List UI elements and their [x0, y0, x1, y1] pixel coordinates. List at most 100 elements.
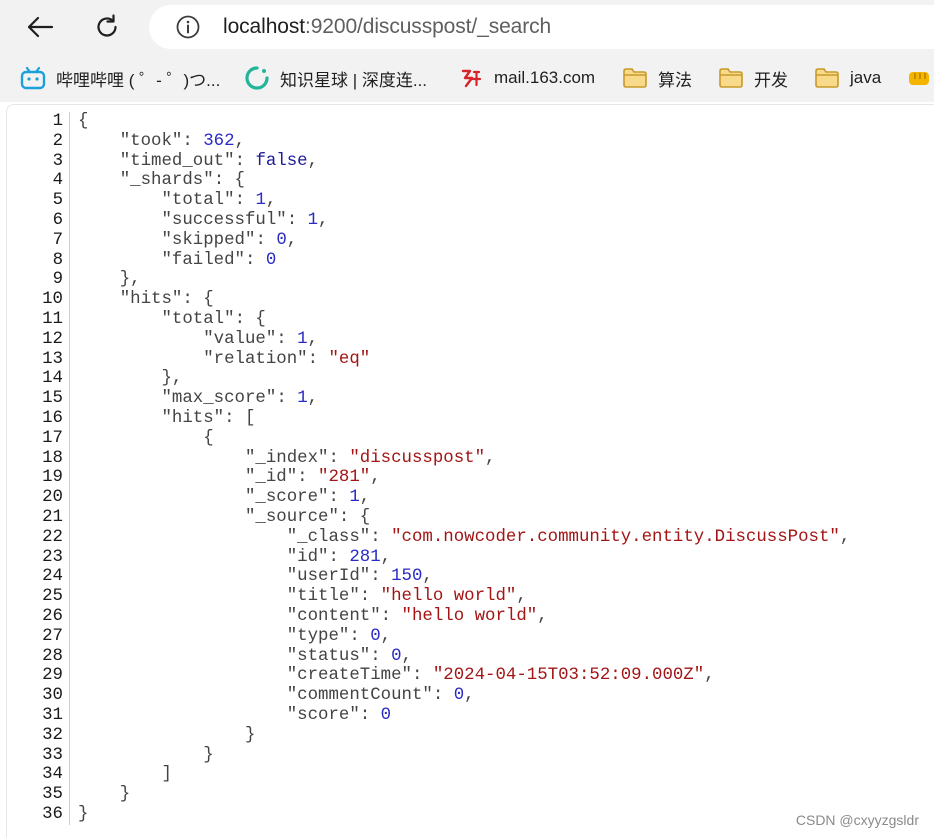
line-number: 1	[52, 112, 63, 131]
address-bar[interactable]: localhost:9200/discusspost/_search	[149, 5, 934, 49]
code-text: ]	[78, 765, 172, 785]
token-num: 1	[255, 191, 266, 211]
token-punct: ,	[464, 686, 475, 706]
code-line: 17 {	[7, 428, 850, 449]
token-punct: :	[411, 666, 433, 686]
code-text: "userId": 150,	[78, 567, 433, 587]
csdn-watermark: CSDN @cxyyzgsldr	[795, 812, 919, 828]
bookmark-bilibili[interactable]: 哔哩哔哩 ( ゜- ゜)つ...	[20, 54, 220, 102]
netease-mail-icon	[458, 65, 484, 91]
token-num: 281	[349, 547, 381, 567]
token-punct: },	[119, 270, 141, 290]
token-num: 362	[203, 131, 235, 151]
token-num: 0	[453, 686, 465, 706]
reload-icon	[97, 14, 117, 37]
gutter-divider	[69, 785, 70, 805]
line-number: 12	[42, 329, 63, 349]
token-key: "total"	[161, 309, 235, 329]
token-punct: : {	[182, 290, 214, 310]
code-text: "total": {	[78, 310, 266, 330]
token-key: "hits"	[161, 408, 225, 428]
token-num: 0	[380, 705, 392, 725]
bookmark-label: java	[850, 68, 882, 87]
url-path: :9200/discusspost/_search	[304, 15, 552, 38]
bookmark-mail163[interactable]: mail.163.com	[458, 54, 595, 102]
code-text: "hits": [	[78, 408, 256, 429]
token-punct: }	[119, 785, 131, 805]
line-number: 23	[42, 547, 63, 567]
token-key: "content"	[286, 606, 381, 626]
token-punct: ,	[537, 606, 548, 626]
token-key: "commentCount"	[286, 686, 433, 706]
code-text: }	[78, 746, 213, 766]
token-punct: ,	[265, 191, 277, 211]
token-punct: :	[297, 468, 319, 488]
token-key: "_class"	[286, 527, 371, 547]
token-num: 150	[391, 567, 423, 587]
token-punct: :	[370, 567, 392, 587]
gutter-divider	[69, 369, 70, 390]
bookmark-folder-suanfa[interactable]: 算法	[622, 54, 692, 102]
code-text: "commentCount": 0,	[78, 686, 475, 706]
code-line: 30 "commentCount": 0,	[7, 686, 850, 706]
token-key: "value"	[203, 329, 277, 349]
token-punct: :	[370, 646, 392, 666]
token-key: "userId"	[286, 567, 371, 587]
bookmarks-bar: 哔哩哔哩 ( ゜- ゜)つ... 知识星球 | 深度连... mail.163.…	[0, 54, 934, 102]
token-punct: :	[328, 547, 350, 567]
token-punct: ,	[307, 329, 319, 349]
code-text: },	[78, 369, 183, 389]
back-button[interactable]	[20, 7, 60, 47]
code-text: "type": 0,	[78, 627, 391, 647]
token-key: "type"	[286, 626, 350, 646]
line-number: 7	[52, 230, 63, 250]
token-str: "281"	[318, 468, 371, 488]
code-text: "_class": "com.nowcoder.community.entity…	[78, 527, 851, 548]
line-number: 36	[42, 804, 63, 824]
address-toolbar: localhost:9200/discusspost/_search	[0, 0, 934, 54]
code-text: "skipped": 0,	[78, 231, 298, 251]
bookmark-overflow-partial[interactable]	[906, 54, 932, 102]
line-number: 35	[42, 785, 63, 805]
token-num: 1	[307, 210, 319, 230]
line-number: 2	[52, 131, 63, 151]
token-punct: ,	[380, 547, 392, 567]
gutter-divider	[69, 488, 70, 508]
token-key: "createTime"	[286, 666, 412, 686]
json-viewer: 1{2 "took": 362, 3 "timed_out": false, 4 "…	[6, 104, 934, 838]
token-punct: : {	[338, 507, 371, 527]
code-line: 20 "_score": 1,	[7, 488, 850, 508]
code-line: 12 "value": 1,	[7, 329, 850, 350]
gutter-divider	[69, 250, 70, 271]
gutter-divider	[69, 725, 70, 746]
url-text[interactable]: localhost:9200/discusspost/_search	[223, 15, 551, 39]
folder-icon	[814, 65, 840, 91]
line-number: 10	[42, 290, 63, 310]
gutter-divider	[69, 547, 70, 568]
bookmark-folder-java[interactable]: java	[814, 54, 881, 102]
bookmark-label: 知识星球 | 深度连...	[280, 70, 428, 90]
code-text: {	[78, 429, 213, 449]
info-icon	[176, 15, 200, 39]
bookmark-zsxq[interactable]: 知识星球 | 深度连...	[244, 54, 427, 102]
gutter-divider	[69, 309, 70, 330]
code-line: 2 "took": 362,	[7, 131, 850, 152]
reload-button[interactable]	[87, 7, 127, 47]
bookmark-folder-kaifa[interactable]: 开发	[718, 54, 788, 102]
token-key: "relation"	[203, 349, 308, 369]
code-text: "_source": {	[78, 508, 370, 528]
code-line: 21 "_source": {	[7, 507, 850, 528]
code-line: 33 }	[7, 745, 850, 766]
gutter-divider	[69, 349, 70, 370]
line-number: 27	[42, 626, 63, 646]
token-punct: :	[349, 626, 371, 646]
line-number: 30	[42, 686, 63, 706]
token-key: "_source"	[244, 507, 339, 527]
code-line: 16 "hits": [	[7, 408, 850, 429]
token-key: "hits"	[119, 290, 183, 310]
token-punct: :	[182, 131, 204, 151]
site-info-button[interactable]	[175, 14, 201, 40]
token-punct: {	[78, 112, 89, 131]
code-line: 15 "max_score": 1,	[7, 389, 850, 409]
token-punct: ]	[161, 765, 172, 785]
